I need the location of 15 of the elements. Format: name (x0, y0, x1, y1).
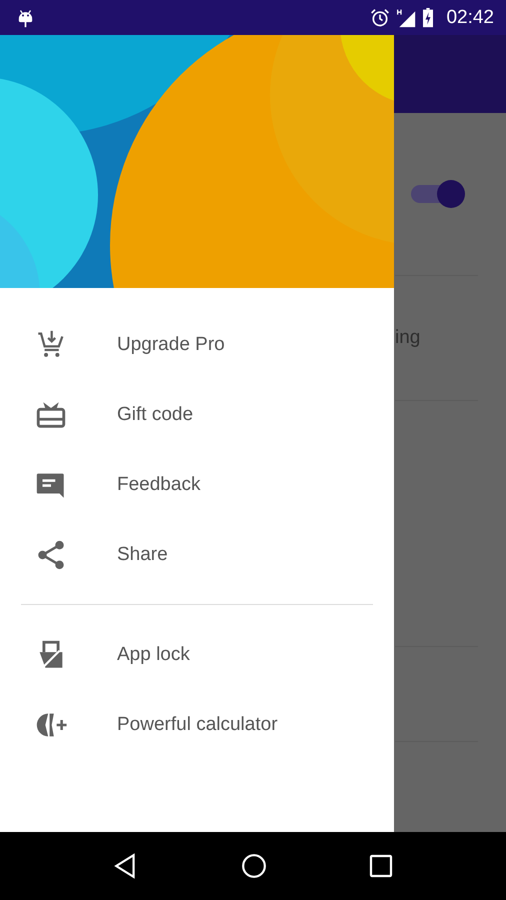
menu-item[interactable]: Upgrade Pro (0, 310, 394, 380)
signal-icon (396, 8, 416, 28)
battery-charging-icon (422, 8, 434, 28)
home-icon[interactable] (241, 853, 267, 879)
toggle-switch[interactable] (411, 179, 467, 209)
alarm-icon (370, 8, 390, 28)
android-icon (17, 8, 34, 28)
menu-item[interactable]: Feedback (0, 450, 394, 520)
menu-item[interactable]: Gift code (0, 380, 394, 450)
menu-item[interactable]: App lock (0, 620, 394, 690)
menu-item[interactable]: Share (0, 520, 394, 590)
menu-item[interactable]: Powerful calculator (0, 690, 394, 760)
recents-icon[interactable] (369, 854, 393, 878)
clock-time: 02:42 (446, 6, 494, 28)
setting-label: ing (395, 327, 420, 349)
